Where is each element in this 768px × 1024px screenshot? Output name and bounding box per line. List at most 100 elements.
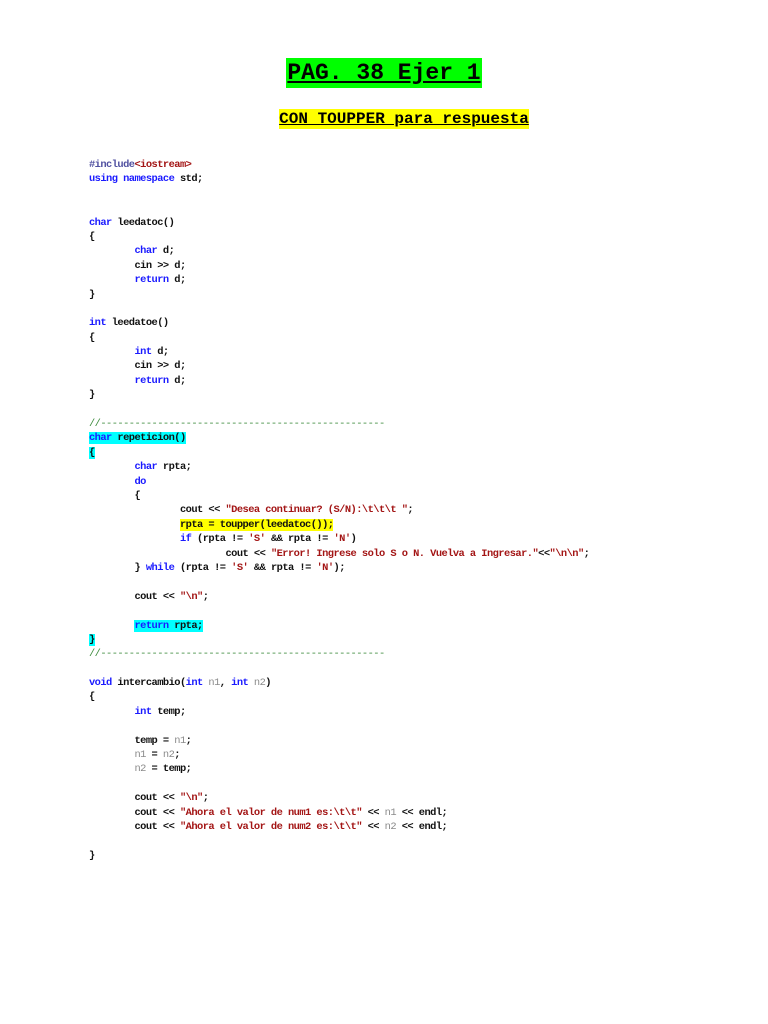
code-text: << xyxy=(538,547,550,560)
subtitle: CON TOUPPER para respuesta xyxy=(279,109,529,129)
code-text: d; xyxy=(168,374,186,387)
code-text: intercambio( xyxy=(111,677,186,690)
code-text: ); xyxy=(333,561,346,574)
code-line: } xyxy=(89,288,589,302)
code-line: rpta = toupper(leedatoc()); xyxy=(89,518,589,532)
code-parameter: n1 xyxy=(134,749,146,762)
code-text: cout << xyxy=(89,547,271,560)
code-line: temp = n1; xyxy=(89,734,589,748)
code-parameter: n1 xyxy=(174,734,186,747)
code-string: <iostream> xyxy=(134,159,192,171)
code-block: #include<iostream> using namespace std; ch… xyxy=(89,158,590,863)
code-string: 'N' xyxy=(316,561,334,574)
code-text: << endl; xyxy=(396,820,448,833)
code-text: rpta = toupper(leedatoc()); xyxy=(179,518,334,531)
code-text: d; xyxy=(151,346,169,359)
code-line: { xyxy=(89,331,589,345)
code-line: cout << "\n"; xyxy=(89,791,589,805)
code-line: } while (rpta != 'S' && rpta != 'N'); xyxy=(89,561,589,575)
code-line: using namespace std; xyxy=(89,172,589,186)
code-keyword: char xyxy=(89,216,112,229)
code-text: } xyxy=(89,389,95,402)
code-line: } xyxy=(89,849,589,863)
code-text: { xyxy=(89,489,141,502)
code-parameter: n2 xyxy=(384,820,397,833)
code-text: { xyxy=(89,230,95,243)
code-text: (rpta != xyxy=(174,561,232,574)
code-text: cin >> d; xyxy=(89,360,186,373)
code-keyword: return xyxy=(134,274,169,287)
code-keyword: char xyxy=(89,432,112,445)
code-line: return rpta; xyxy=(89,619,589,633)
code-keyword: do xyxy=(134,475,146,488)
code-comment: //--------------------------------------… xyxy=(89,648,385,661)
code-text: cin >> d; xyxy=(89,259,186,272)
code-string: "\n" xyxy=(179,590,203,603)
code-line: cin >> d; xyxy=(89,359,589,373)
code-line: { xyxy=(89,690,589,704)
code-text: = temp; xyxy=(145,763,192,776)
code-line: int temp; xyxy=(89,705,589,719)
code-text: leedatoc() xyxy=(111,216,175,229)
code-text: ) xyxy=(265,677,271,690)
code-preprocessor: #include xyxy=(89,159,135,171)
code-text: ; xyxy=(583,547,590,560)
code-line: n2 = temp; xyxy=(89,762,589,776)
code-line: } xyxy=(89,388,589,402)
code-string: 'S' xyxy=(231,561,249,574)
code-keyword: char xyxy=(134,245,158,258)
code-line: { xyxy=(89,489,589,503)
code-text: } xyxy=(89,288,95,301)
code-line: void intercambio(int n1, int n2) xyxy=(89,676,589,690)
code-line: char leedatoc() xyxy=(89,216,589,230)
code-line: cout << "Error! Ingrese solo S o N. Vuel… xyxy=(89,547,589,561)
code-text: cout << xyxy=(89,504,226,517)
code-text: ; xyxy=(202,590,209,603)
code-text: { xyxy=(89,691,95,704)
code-line: char rpta; xyxy=(89,460,589,474)
code-parameter: n1 xyxy=(384,806,397,819)
code-text: ; xyxy=(407,504,414,517)
code-text: } xyxy=(89,633,95,646)
code-text: temp; xyxy=(151,705,186,718)
code-text: } xyxy=(89,561,146,574)
code-text: rpta; xyxy=(168,619,203,632)
code-text: repeticion() xyxy=(111,432,186,445)
code-line: cout << "Ahora el valor de num2 es:\t\t"… xyxy=(89,820,589,834)
code-string: 'N' xyxy=(333,533,352,546)
code-string: "Ahora el valor de num1 es:\t\t" xyxy=(179,806,362,819)
code-keyword: int xyxy=(134,705,152,718)
code-keyword: void xyxy=(89,677,112,690)
code-text: cout << xyxy=(89,806,180,819)
code-text: << endl; xyxy=(396,806,448,819)
code-keyword: namespace xyxy=(123,173,175,186)
code-line: cout << "Desea continuar? (S/N):\t\t\t "… xyxy=(89,503,589,517)
code-keyword: if xyxy=(179,533,192,546)
code-comment: //--------------------------------------… xyxy=(89,418,385,431)
code-line: return d; xyxy=(89,273,589,287)
code-text: ) xyxy=(350,533,357,546)
subtitle-wrap: CON TOUPPER para respuesta xyxy=(0,109,768,129)
code-text: rpta; xyxy=(157,461,192,474)
code-parameter: n1 xyxy=(208,677,220,690)
page-title-wrap: PAG. 38 Ejer 1 xyxy=(0,58,768,88)
page-title: PAG. 38 Ejer 1 xyxy=(286,58,482,88)
code-line: //--------------------------------------… xyxy=(89,647,589,661)
code-line: cin >> d; xyxy=(89,259,589,273)
code-text: d; xyxy=(157,245,175,258)
code-text: temp = xyxy=(89,734,175,747)
code-text: d; xyxy=(168,274,186,287)
code-string: "Error! Ingrese solo S o N. Vuelva a Ing… xyxy=(270,547,539,560)
code-text: cout << xyxy=(89,820,180,833)
